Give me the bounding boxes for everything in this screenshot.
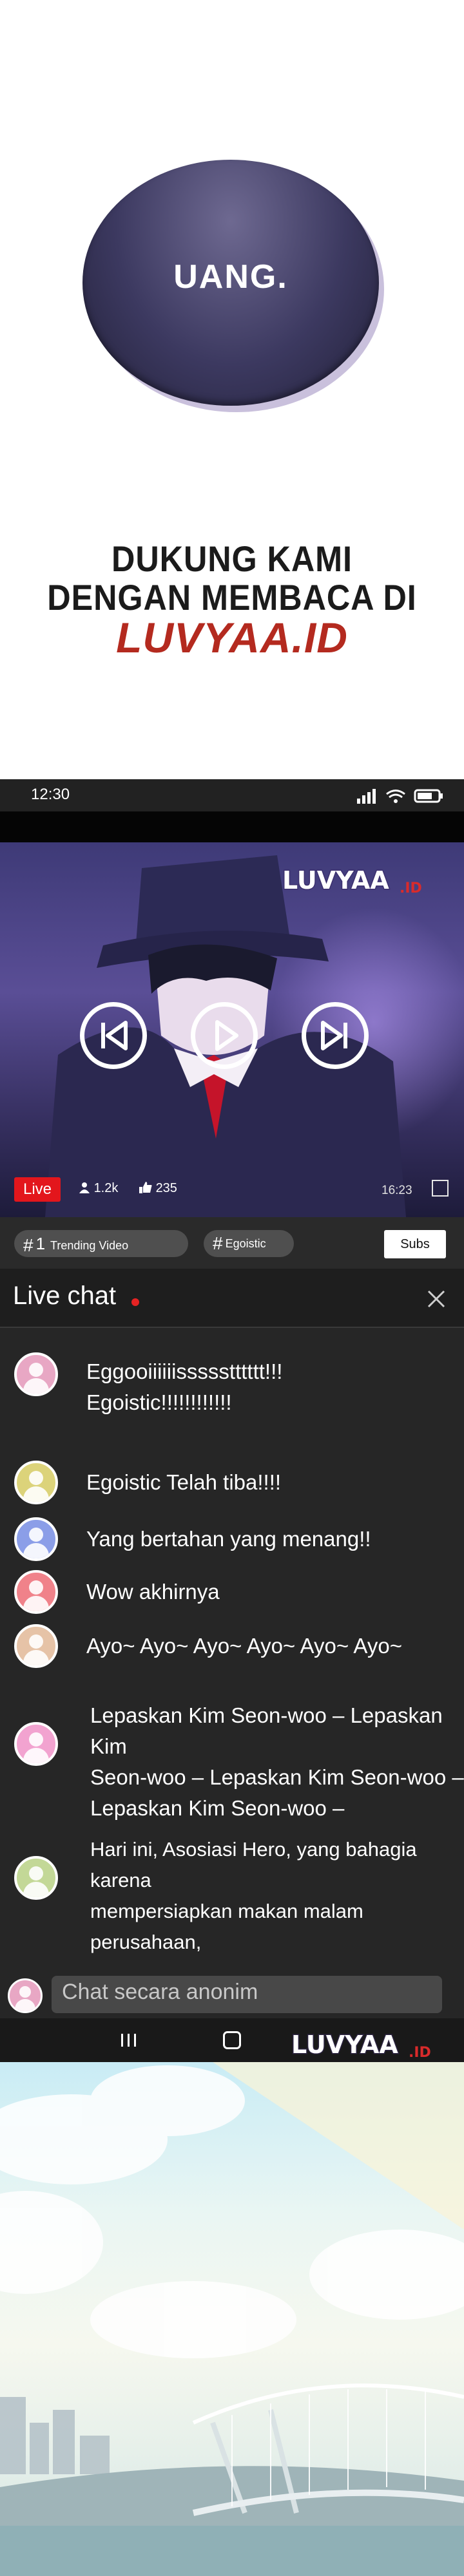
video-timestamp: 16:23 <box>382 1184 412 1197</box>
video-player[interactable]: LUVYAA .ID Live 1.2k 235 16:23 <box>0 842 464 1217</box>
chat-avatar <box>14 1517 58 1561</box>
viewer-count-value: 1.2k <box>93 1181 119 1195</box>
hash-symbol: # <box>23 1235 34 1255</box>
chat-avatar <box>14 1722 58 1766</box>
promo-site: LUVYAA.ID <box>116 614 348 661</box>
like-count-value: 235 <box>155 1181 177 1195</box>
home-icon[interactable] <box>223 2031 241 2049</box>
chat-message-line: Wow akhirnya <box>86 1580 220 1604</box>
chat-message: Egoistic Telah tiba!!!! <box>86 1467 281 1498</box>
chat-input-avatar <box>8 1978 43 2013</box>
chat-avatar <box>14 1856 58 1900</box>
person-icon <box>79 1182 90 1193</box>
chat-message: Ayo~ Ayo~ Ayo~ Ayo~ Ayo~ Ayo~ <box>86 1631 402 1662</box>
phone-screen: 12:30 LUVYAA .ID Live 1.2k 235 16:23 # 1… <box>0 779 464 2062</box>
tag-chip-egoistic[interactable]: # Egoistic <box>204 1230 294 1257</box>
chat-message: Eggooiiiiiissssstttttt!!! Egoistic!!!!!!… <box>86 1356 282 1418</box>
tag-number: 1 <box>35 1234 46 1253</box>
chat-message: Yang bertahan yang menang!! <box>86 1524 371 1555</box>
next-button[interactable] <box>302 1002 369 1069</box>
status-time: 12:30 <box>31 786 70 803</box>
play-icon <box>215 1020 238 1051</box>
svg-text:LUVYAA: LUVYAA <box>282 866 389 895</box>
play-button[interactable] <box>191 1002 258 1069</box>
chat-avatar <box>14 1461 58 1504</box>
video-top-band <box>0 811 464 842</box>
chat-message-line: Lepaskan Kim Seon-woo – Lepaskan Kim <box>90 1703 443 1758</box>
like-count: 235 <box>139 1181 177 1196</box>
live-badge: Live <box>14 1177 61 1202</box>
watermark-logo: LUVYAA .ID <box>291 2030 431 2061</box>
watermark-logo: LUVYAA .ID <box>282 866 422 897</box>
chat-avatar <box>14 1624 58 1668</box>
chat-avatar <box>14 1352 58 1396</box>
chat-message-line: Yang bertahan yang menang!! <box>86 1527 371 1551</box>
svg-text:.ID: .ID <box>409 2045 431 2061</box>
skip-forward-icon <box>321 1021 347 1050</box>
chat-message-line: Lepaskan Kim Seon-woo – <box>90 1796 345 1820</box>
chat-message-line: Egoistic!!!!!!!!!!!! <box>86 1390 232 1414</box>
tag-chip-trending[interactable]: #1 Trending Video <box>14 1230 188 1257</box>
chat-message-list: Eggooiiiiiissssstttttt!!! Egoistic!!!!!!… <box>0 1328 464 1984</box>
fullscreen-icon[interactable] <box>432 1180 449 1197</box>
promo-line-2: DENGAN MEMBACA DI <box>47 577 417 618</box>
chat-message: Wow akhirnya <box>86 1577 220 1607</box>
live-dot-icon <box>131 1298 139 1306</box>
chat-message: Lepaskan Kim Seon-woo – Lepaskan Kim Seo… <box>90 1700 464 1824</box>
svg-text:.ID: .ID <box>400 880 422 896</box>
close-icon[interactable] <box>427 1289 446 1309</box>
chat-message-line: Ayo~ Ayo~ Ayo~ Ayo~ Ayo~ Ayo~ <box>86 1634 402 1658</box>
battery-icon <box>414 789 443 803</box>
chat-input-placeholder: Chat secara anonim <box>62 1980 258 2004</box>
chat-title: Live chat <box>13 1282 117 1310</box>
chat-message-line: Hari ini, Asosiasi Hero, yang bahagia ka… <box>90 1838 417 1891</box>
subscribe-button[interactable]: Subs <box>384 1230 446 1258</box>
tag-label: Egoistic <box>225 1237 266 1250</box>
previous-button[interactable] <box>80 1002 147 1069</box>
thumbs-up-icon <box>139 1182 152 1193</box>
hash-symbol: # <box>213 1233 223 1253</box>
chat-message-line: Eggooiiiiiissssstttttt!!! <box>86 1359 283 1383</box>
signal-icon <box>357 789 376 804</box>
recents-icon[interactable] <box>120 2032 138 2048</box>
skip-back-icon <box>101 1021 128 1050</box>
status-icons <box>356 787 446 805</box>
chat-message-line: Egoistic Telah tiba!!!! <box>86 1470 282 1494</box>
svg-text:LUVYAA: LUVYAA <box>291 2031 398 2059</box>
tag-label: Trending Video <box>50 1239 129 1252</box>
chat-message-line: mempersiapkan makan malam perusahaan, <box>90 1900 363 1953</box>
bridge-scene-art <box>0 2062 464 2576</box>
wifi-icon <box>386 790 405 803</box>
speech-bubble-text: UANG. <box>173 258 288 296</box>
promo-line-1: DUKUNG KAMI <box>111 538 353 579</box>
viewer-count: 1.2k <box>79 1181 118 1196</box>
comic-panel-bottom <box>0 2062 464 2576</box>
chat-message-line: Seon-woo – Lepaskan Kim Seon-woo – <box>90 1765 464 1789</box>
chat-avatar <box>14 1570 58 1614</box>
